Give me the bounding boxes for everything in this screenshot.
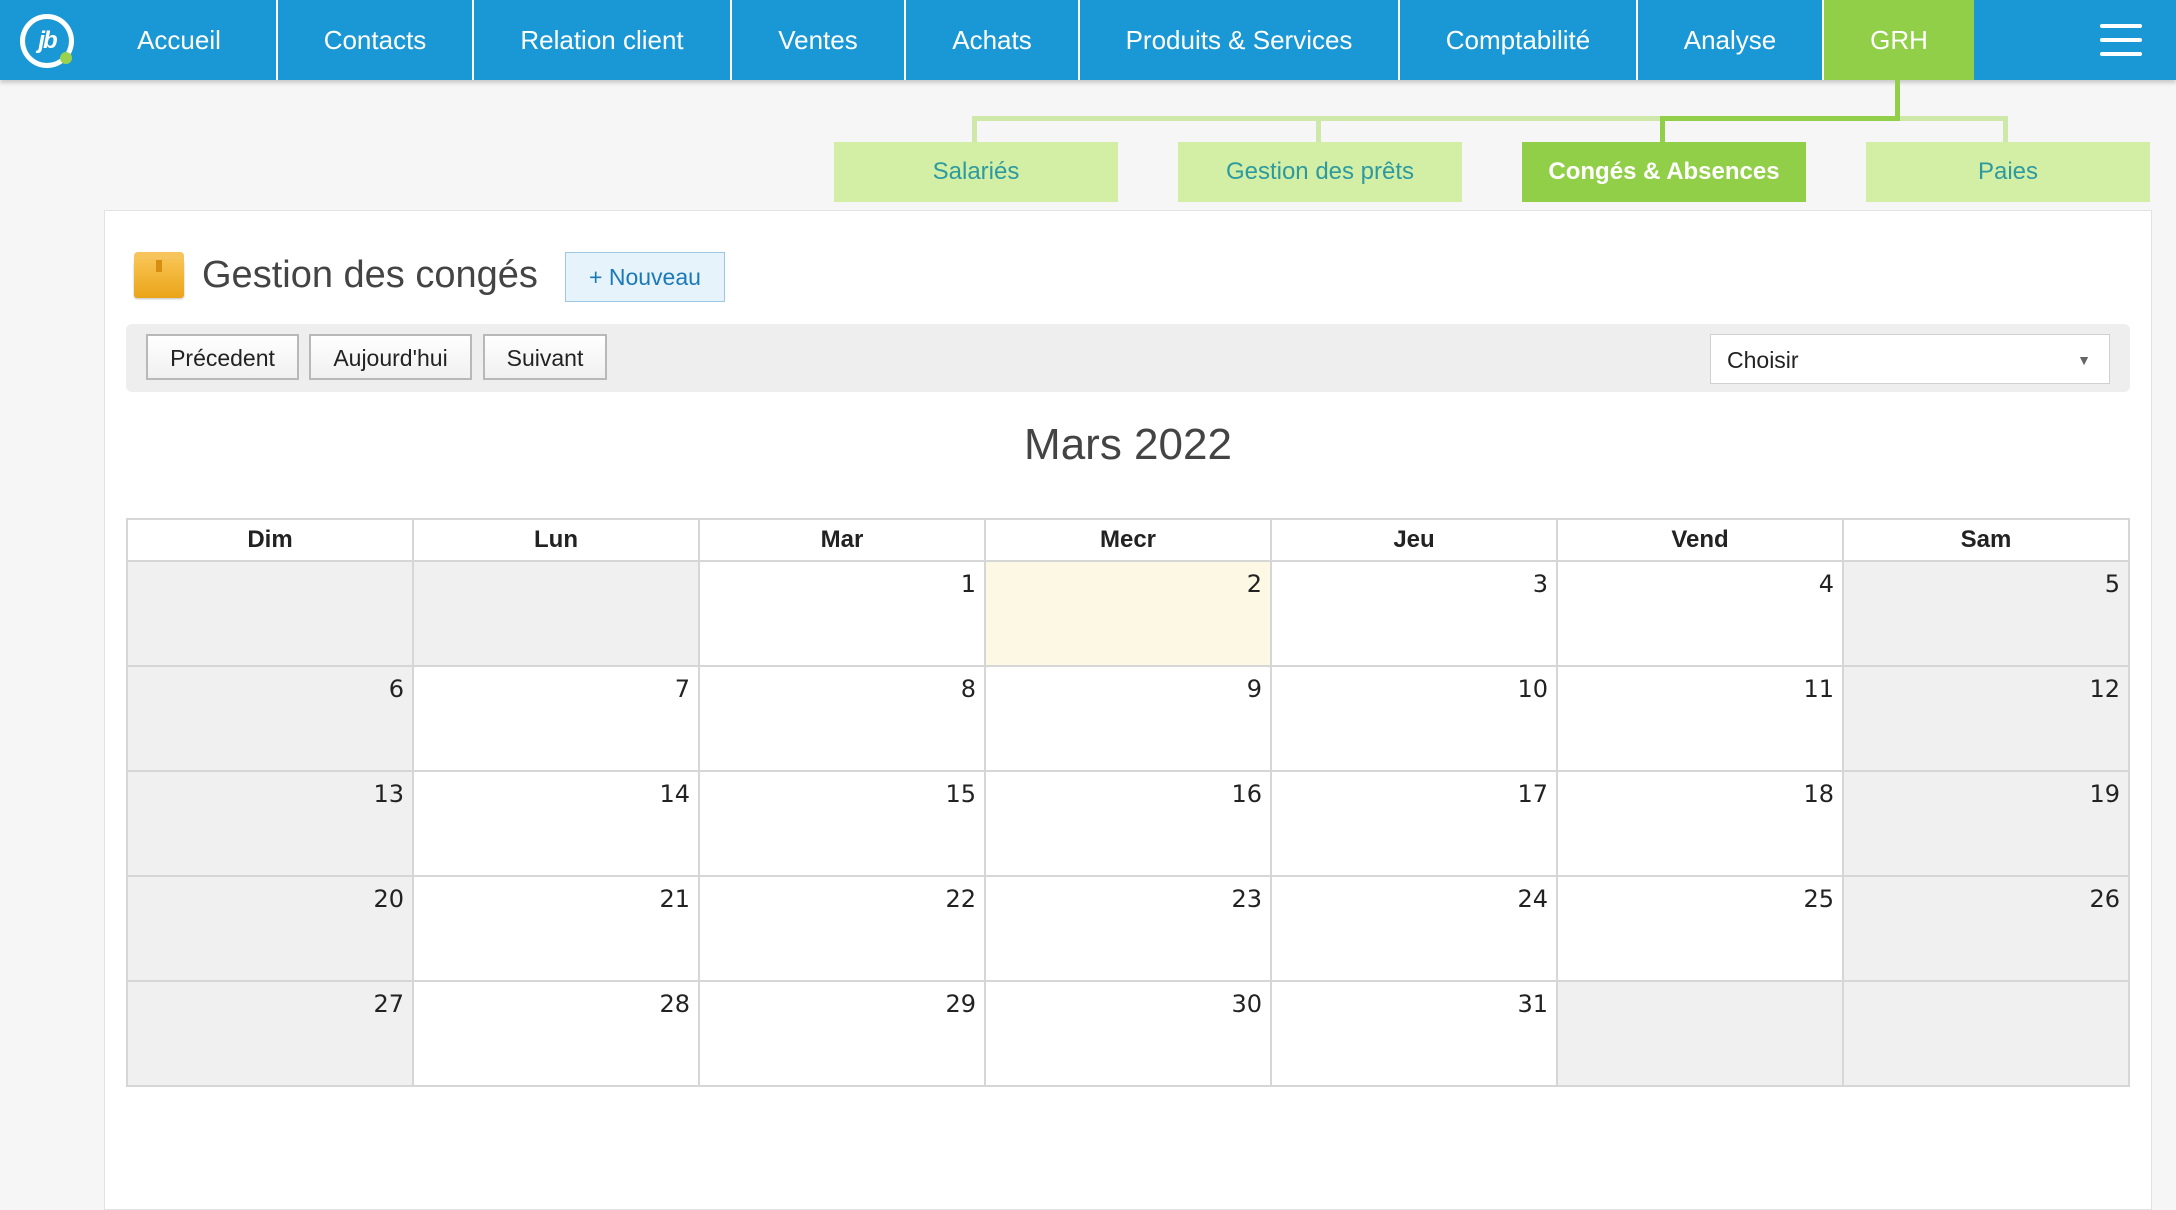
- tree-connector: [972, 116, 977, 142]
- top-navigation: jb Accueil Contacts Relation client Vent…: [0, 0, 2176, 80]
- subnav-item-conges-absences[interactable]: Congés & Absences: [1522, 142, 1806, 202]
- tree-connector: [1316, 116, 1321, 142]
- calendar-day-cell[interactable]: 14: [412, 770, 700, 877]
- subnav-item-gestion-prets[interactable]: Gestion des prêts: [1178, 142, 1462, 202]
- weekday-header: Mar: [698, 518, 986, 562]
- calendar-week-row: 1 2 3 4 5: [126, 560, 2130, 667]
- calendar-day-cell[interactable]: 25: [1556, 875, 1844, 982]
- calendar-day-cell[interactable]: 12: [1842, 665, 2130, 772]
- calendar-day-cell[interactable]: 20: [126, 875, 414, 982]
- calendar-week-row: 6 7 8 9 10 11 12: [126, 665, 2130, 772]
- calendar-day-cell[interactable]: 21: [412, 875, 700, 982]
- calendar-day-cell[interactable]: 22: [698, 875, 986, 982]
- calendar-grid: Dim Lun Mar Mecr Jeu Vend Sam 1 2 3 4 5 …: [126, 518, 2130, 1087]
- calendar-day-cell[interactable]: 15: [698, 770, 986, 877]
- chevron-down-icon: ▼: [2077, 352, 2091, 368]
- nav-item-analyse[interactable]: Analyse: [1638, 0, 1824, 80]
- calendar-day-cell[interactable]: 1: [698, 560, 986, 667]
- tree-connector: [1660, 116, 1900, 121]
- new-button[interactable]: + Nouveau: [565, 252, 725, 302]
- select-value: Choisir: [1727, 347, 1799, 373]
- previous-button[interactable]: Précedent: [146, 334, 299, 380]
- weekday-header: Jeu: [1270, 518, 1558, 562]
- employee-select[interactable]: Choisir ▼: [1710, 334, 2110, 384]
- menu-icon[interactable]: [2100, 24, 2142, 58]
- weekday-header: Sam: [1842, 518, 2130, 562]
- nav-item-produits-services[interactable]: Produits & Services: [1080, 0, 1400, 80]
- tree-connector: [1660, 116, 1665, 142]
- tree-connector: [1895, 80, 1900, 120]
- calendar-day-cell[interactable]: 29: [698, 980, 986, 1087]
- calendar-day-cell[interactable]: 30: [984, 980, 1272, 1087]
- nav-item-comptabilite[interactable]: Comptabilité: [1400, 0, 1638, 80]
- calendar-day-cell: [1842, 980, 2130, 1087]
- calendar-week-row: 13 14 15 16 17 18 19: [126, 770, 2130, 877]
- calendar-day-cell[interactable]: 6: [126, 665, 414, 772]
- calendar-day-cell[interactable]: 3: [1270, 560, 1558, 667]
- calendar-day-cell[interactable]: 18: [1556, 770, 1844, 877]
- nav-item-ventes[interactable]: Ventes: [732, 0, 906, 80]
- weekday-header: Vend: [1556, 518, 1844, 562]
- logo-dot: [60, 52, 72, 64]
- calendar-day-cell[interactable]: 16: [984, 770, 1272, 877]
- calendar-day-cell: [412, 560, 700, 667]
- nav-item-relation-client[interactable]: Relation client: [474, 0, 732, 80]
- calendar-day-cell[interactable]: 27: [126, 980, 414, 1087]
- weekday-header: Lun: [412, 518, 700, 562]
- calendar-day-cell-today[interactable]: 2: [984, 560, 1272, 667]
- calendar-day-cell[interactable]: 8: [698, 665, 986, 772]
- calendar-day-cell[interactable]: 11: [1556, 665, 1844, 772]
- calendar-week-row: 27 28 29 30 31: [126, 980, 2130, 1087]
- calendar-day-cell[interactable]: 5: [1842, 560, 2130, 667]
- weekday-header: Mecr: [984, 518, 1272, 562]
- calendar-day-cell[interactable]: 13: [126, 770, 414, 877]
- calendar-day-cell: [126, 560, 414, 667]
- calendar-day-cell: [1556, 980, 1844, 1087]
- calendar-day-cell[interactable]: 19: [1842, 770, 2130, 877]
- calendar-day-cell[interactable]: 4: [1556, 560, 1844, 667]
- today-button[interactable]: Aujourd'hui: [309, 334, 472, 380]
- calendar-week-row: 20 21 22 23 24 25 26: [126, 875, 2130, 982]
- nav-item-accueil[interactable]: Accueil: [82, 0, 278, 80]
- calendar-day-cell[interactable]: 28: [412, 980, 700, 1087]
- next-button[interactable]: Suivant: [483, 334, 607, 380]
- calendar-day-cell[interactable]: 26: [1842, 875, 2130, 982]
- nav-item-achats[interactable]: Achats: [906, 0, 1080, 80]
- subnav-item-paies[interactable]: Paies: [1866, 142, 2150, 202]
- month-title: Mars 2022: [1024, 420, 1232, 469]
- calendar-day-cell[interactable]: 7: [412, 665, 700, 772]
- calendar-day-cell[interactable]: 23: [984, 875, 1272, 982]
- nav-item-contacts[interactable]: Contacts: [278, 0, 474, 80]
- subnav-item-salaries[interactable]: Salariés: [834, 142, 1118, 202]
- calendar-day-cell[interactable]: 24: [1270, 875, 1558, 982]
- folder-icon: [134, 252, 184, 298]
- weekday-header: Dim: [126, 518, 414, 562]
- weekday-header-row: Dim Lun Mar Mecr Jeu Vend Sam: [126, 518, 2130, 562]
- calendar-day-cell[interactable]: 17: [1270, 770, 1558, 877]
- calendar-day-cell[interactable]: 31: [1270, 980, 1558, 1087]
- page-title: Gestion des congés: [202, 254, 538, 296]
- nav-item-grh[interactable]: GRH: [1824, 0, 1974, 80]
- tree-connector: [2003, 116, 2008, 142]
- calendar-day-cell[interactable]: 9: [984, 665, 1272, 772]
- logo[interactable]: jb: [20, 14, 74, 68]
- calendar-day-cell[interactable]: 10: [1270, 665, 1558, 772]
